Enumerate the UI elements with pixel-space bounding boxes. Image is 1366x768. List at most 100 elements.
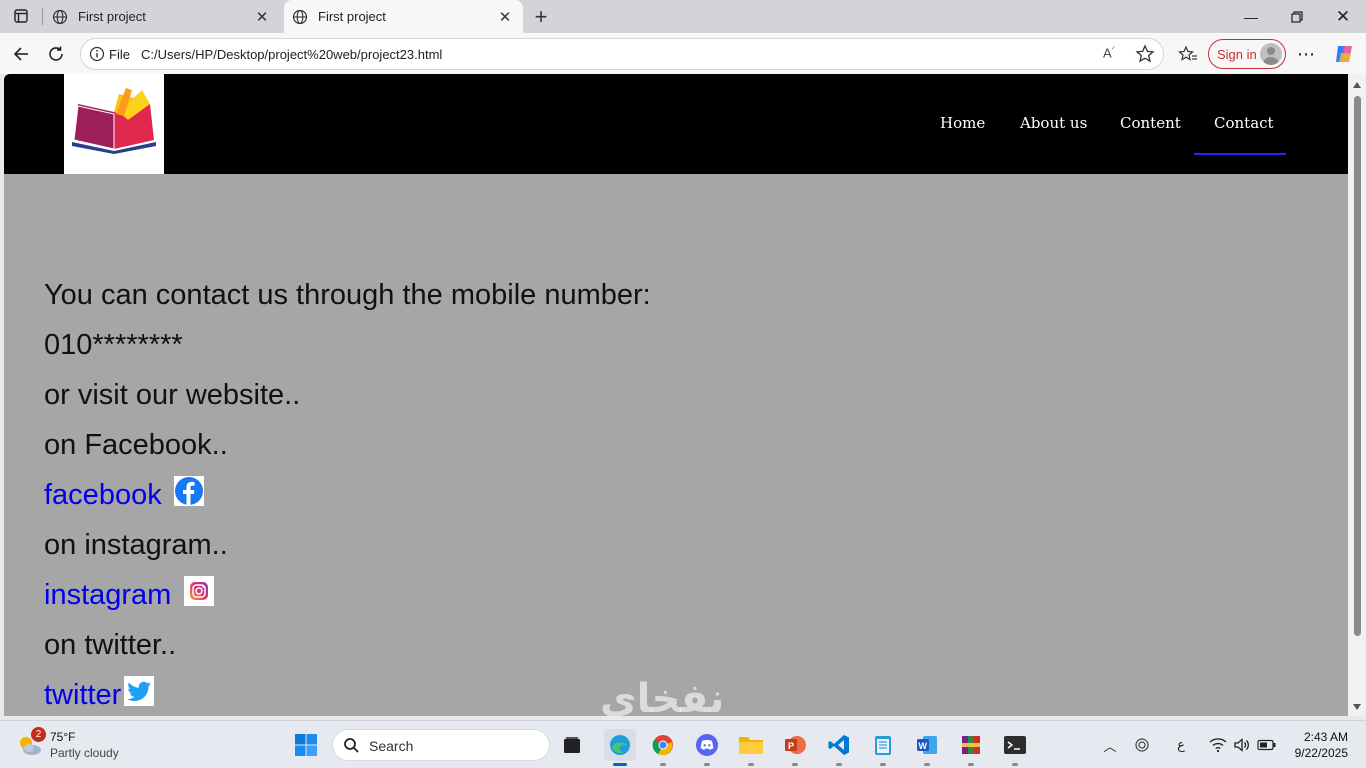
discord-icon [696,734,718,756]
powerpoint-app[interactable]: P [779,729,811,766]
instagram-icon[interactable] [184,576,214,606]
winrar-app[interactable] [955,729,987,766]
chevron-up-icon: ︿ [1103,738,1117,754]
scroll-up-arrow-icon[interactable] [1353,82,1361,88]
running-indicator [613,763,627,766]
facebook-icon[interactable] [174,476,204,506]
task-view-app[interactable] [556,729,588,761]
clock-time: 2:43 AM [1303,730,1348,744]
address-bar[interactable]: File C:/Users/HP/Desktop/project%20web/p… [80,38,1164,70]
taskbar-search[interactable]: Search [332,729,550,761]
nav-contact[interactable]: Contact [1214,114,1274,132]
refresh-icon [49,46,63,61]
search-icon [344,738,359,753]
terminal-app[interactable] [999,729,1031,766]
tab-separator [42,8,43,25]
favorite-star-icon[interactable] [1135,44,1155,64]
notification-badge: 2 [31,727,46,742]
tab-title: First project [318,9,386,24]
running-indicator [792,763,798,766]
book-logo-icon [72,88,156,154]
edge-icon [610,735,630,755]
word-app[interactable]: W [911,729,943,766]
scroll-down-arrow-icon[interactable] [1353,704,1361,710]
volume-button[interactable] [1232,733,1252,757]
running-indicator [748,763,754,766]
chrome-app[interactable] [647,729,679,766]
site-header: Home About us Content Contact [4,74,1348,174]
weather-condition: Partly cloudy [50,746,119,760]
info-icon[interactable] [89,46,105,62]
watermark: نفخاي [600,676,725,722]
close-window-button[interactable]: ✕ [1320,0,1366,33]
battery-icon [1257,739,1276,751]
discord-app[interactable] [691,729,723,766]
browser-toolbar: File C:/Users/HP/Desktop/project%20web/p… [0,33,1366,74]
read-aloud-icon[interactable]: Aᐟ [1103,45,1123,65]
instagram-link[interactable]: instagram [44,579,171,611]
tray-app-icon [1135,738,1149,752]
show-hidden-icons-button[interactable]: ︿ [1100,733,1120,757]
contact-intro: You can contact us through the mobile nu… [44,279,651,311]
running-indicator [924,763,930,766]
close-icon: ✕ [1335,6,1351,26]
start-button[interactable] [292,731,320,759]
more-dots-icon: ⋯ [1297,43,1315,64]
active-nav-indicator [1194,153,1286,155]
winrar-icon [962,736,980,754]
back-button[interactable] [6,39,36,69]
twitter-row: twitter [44,679,121,712]
refresh-button[interactable] [41,39,71,69]
site-logo[interactable] [64,74,164,174]
tab-first-project-2[interactable]: First project ✕ [284,0,523,33]
tab-strip: First project ✕ First project ✕ + — ✕ [0,0,1366,33]
favorites-button[interactable] [1173,39,1203,69]
running-indicator [704,763,710,766]
notepad-app[interactable] [867,729,899,766]
system-clock[interactable]: 2:43 AM 9/22/2025 [1295,729,1348,761]
close-tab-icon[interactable]: ✕ [497,9,513,26]
running-indicator [880,763,886,766]
running-indicator [660,763,666,766]
edge-app[interactable] [604,729,636,766]
nav-about-us[interactable]: About us [1020,114,1087,132]
terminal-icon [1004,736,1026,754]
sign-in-button[interactable]: Sign in [1208,39,1286,69]
twitter-prompt: on twitter.. [44,629,177,661]
nav-home[interactable]: Home [940,114,985,132]
nav-content[interactable]: Content [1120,114,1181,132]
weather-widget[interactable]: 2 75°F Partly cloudy [16,727,146,763]
wifi-icon [1209,738,1227,753]
language-indicator[interactable]: ع [1170,733,1192,757]
taskbar: 2 75°F Partly cloudy Search P W ︿ ع 2:43… [0,720,1366,768]
page-scrollbar[interactable] [1348,74,1366,716]
globe-icon [292,9,308,24]
url-text[interactable]: C:/Users/HP/Desktop/project%20web/projec… [141,47,442,62]
scroll-thumb[interactable] [1354,96,1361,636]
restore-button[interactable] [1274,0,1320,33]
new-tab-button[interactable]: + [528,4,554,30]
task-view-icon [564,737,580,753]
wifi-button[interactable] [1208,733,1228,757]
copilot-button[interactable] [1329,39,1359,69]
minimize-button[interactable]: — [1228,0,1274,33]
speaker-icon [1234,738,1249,752]
facebook-link[interactable]: facebook [44,479,162,511]
clock-date: 9/22/2025 [1294,746,1348,760]
twitter-link[interactable]: twitter [44,679,121,711]
folder-icon [739,737,763,754]
meet-now-button[interactable] [1132,733,1152,757]
close-tab-icon[interactable]: ✕ [254,9,270,26]
tab-actions-button[interactable] [6,3,36,29]
battery-button[interactable] [1256,733,1278,757]
chrome-icon [652,735,673,756]
file-explorer-app[interactable] [735,729,767,766]
vscode-app[interactable] [823,729,855,766]
tab-first-project-1[interactable]: First project ✕ [44,0,280,33]
twitter-icon[interactable] [124,676,154,706]
instagram-prompt: on instagram.. [44,529,228,561]
running-indicator [968,763,974,766]
sign-in-label: Sign in [1217,46,1257,62]
settings-more-button[interactable]: ⋯ [1291,39,1321,69]
search-label: Search [369,738,414,754]
